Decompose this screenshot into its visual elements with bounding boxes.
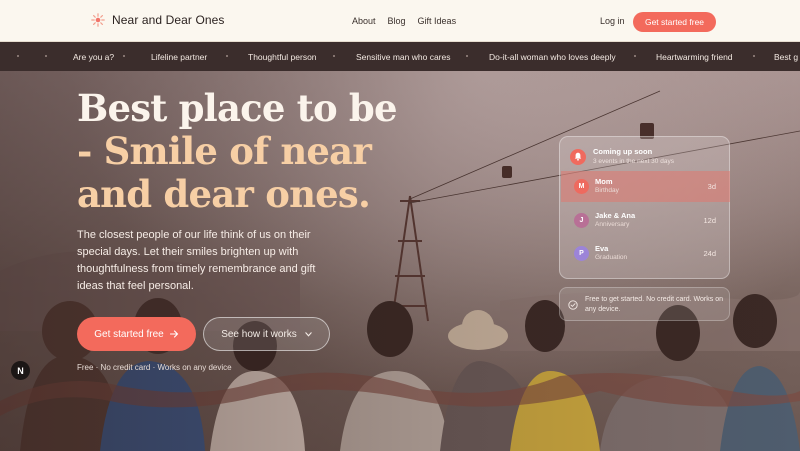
upcoming-events-card: Coming up soon 3 events in the next 30 d… [559, 136, 730, 279]
event-row[interactable]: M Mom Birthday 3d [561, 171, 730, 202]
ticker-separator [466, 55, 468, 57]
event-name: Eva [595, 244, 609, 253]
card-subtitle: 3 events in the next 30 days [593, 158, 674, 165]
login-link[interactable]: Log in [600, 16, 625, 26]
free-note-text: Free to get started. No credit card. Wor… [585, 296, 723, 313]
ticker-separator [226, 55, 228, 57]
ticker-separator [17, 55, 19, 57]
event-type: Graduation [595, 254, 628, 261]
headline-accent-line-1: - Smile of near [77, 129, 372, 173]
ticker-item: Lifeline partner [151, 52, 208, 62]
nav-link-gift-ideas[interactable]: Gift Ideas [418, 16, 457, 26]
avatar: M [574, 179, 589, 194]
ticker-separator [753, 55, 755, 57]
event-row[interactable]: P Eva Graduation 24d [561, 238, 730, 269]
brand-logo-link[interactable]: Near and Dear Ones [91, 13, 225, 27]
hero-fine-print: Free · No credit card · Works on any dev… [77, 363, 232, 372]
sparkle-logo-icon [91, 13, 105, 27]
free-note-card: Free to get started. No credit card. Wor… [559, 287, 730, 321]
check-circle-icon [568, 300, 578, 310]
ticker-item: Best g [774, 52, 799, 62]
ticker-item: Are you a? [73, 52, 115, 62]
nav-link-about[interactable]: About [352, 16, 376, 26]
avatar: J [574, 213, 589, 228]
brand-name: Near and Dear Ones [112, 13, 225, 27]
audience-ticker: Are you a? Lifeline partner Thoughtful p… [0, 42, 800, 71]
hero-get-started-button[interactable]: Get started free [77, 317, 196, 351]
card-title: Coming up soon [593, 147, 653, 156]
event-days-remaining: 3d [707, 182, 716, 191]
header-get-started-button[interactable]: Get started free [633, 12, 716, 32]
event-name: Mom [595, 177, 613, 186]
ticker-separator [45, 55, 47, 57]
avatar: P [574, 246, 589, 261]
see-how-it-works-label: See how it works [221, 328, 297, 340]
see-how-it-works-button[interactable]: See how it works [203, 317, 330, 351]
event-days-remaining: 12d [703, 216, 716, 225]
arrow-right-icon [169, 330, 179, 338]
headline-accent-line-2: and dear ones. [77, 172, 371, 216]
hero-get-started-label: Get started free [94, 328, 164, 340]
card-header: Coming up soon 3 events in the next 30 d… [570, 147, 674, 166]
bell-icon [570, 148, 586, 165]
hero-headline: Best place to be - Smile of near and dea… [77, 87, 417, 216]
ticker-item: Sensitive man who cares [356, 52, 451, 62]
event-name: Jake & Ana [595, 211, 636, 220]
chevron-down-icon [305, 331, 312, 337]
hero-subtext: The closest people of our life think of … [77, 229, 316, 292]
event-type: Birthday [595, 187, 619, 194]
ticker-separator [634, 55, 636, 57]
ticker-item: Thoughtful person [248, 52, 317, 62]
nav-link-blog[interactable]: Blog [388, 16, 406, 26]
event-row[interactable]: J Jake & Ana Anniversary 12d [561, 205, 730, 236]
event-days-remaining: 24d [703, 249, 716, 258]
ticker-separator [123, 55, 125, 57]
event-type: Anniversary [595, 221, 630, 228]
headline-line-1: Best place to be [77, 86, 398, 130]
ticker-item: Heartwarming friend [656, 52, 733, 62]
n-badge-icon[interactable]: N [11, 361, 30, 380]
ticker-item: Do-it-all woman who loves deeply [489, 52, 616, 62]
top-navigation-bar: Near and Dear Ones About Blog Gift Ideas… [0, 0, 800, 42]
main-nav: About Blog Gift Ideas [352, 16, 456, 26]
ticker-separator [333, 55, 335, 57]
